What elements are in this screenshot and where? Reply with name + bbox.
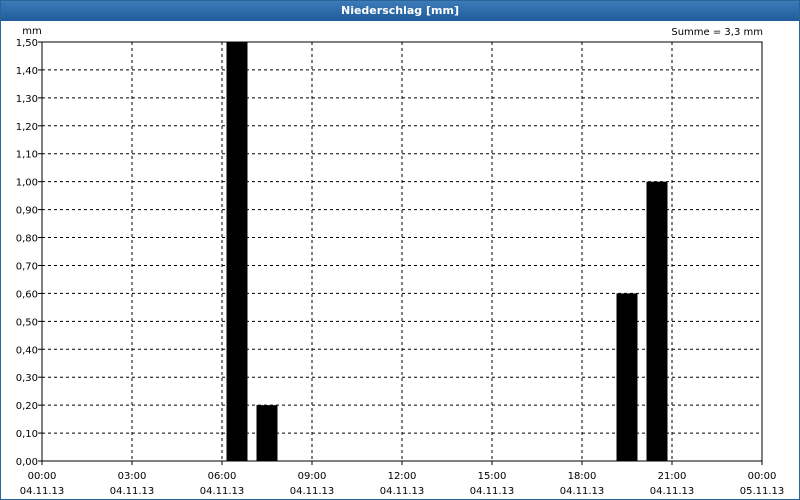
y-tick-label: 0,30: [16, 373, 38, 384]
y-tick-label: 0,10: [16, 429, 38, 440]
x-tick-label-time: 06:00: [208, 471, 237, 482]
x-tick-label-date: 04.11.13: [650, 486, 695, 497]
x-tick-label-time: 12:00: [388, 471, 417, 482]
y-tick-label: 0,00: [16, 457, 38, 468]
x-tick-label-time: 15:00: [478, 471, 507, 482]
y-tick-label: 1,00: [16, 178, 38, 189]
window-title: Niederschlag [mm]: [1, 1, 799, 21]
x-tick-label-date: 04.11.13: [470, 486, 515, 497]
y-tick-label: 0,40: [16, 345, 38, 356]
x-tick-label-date: 05.11.13: [740, 486, 785, 497]
y-tick-label: 0,90: [16, 206, 38, 217]
y-tick-label: 1,30: [16, 94, 38, 105]
y-tick-label: 0,20: [16, 401, 38, 412]
x-tick-label-time: 21:00: [658, 471, 687, 482]
bar: [646, 181, 668, 461]
bar: [616, 293, 638, 461]
y-tick-label: 1,40: [16, 66, 38, 77]
y-tick-label: 0,80: [16, 234, 38, 245]
x-tick-label-date: 04.11.13: [20, 486, 65, 497]
precipitation-chart: 0,00 0,10 0,20 0,30 0,40 0,50 0,60 0,70 0,80 0,90…: [16, 26, 785, 497]
y-tick-label: 1,10: [16, 150, 38, 161]
x-tick-label-date: 04.11.13: [380, 486, 425, 497]
x-tick-label-time: 09:00: [298, 471, 327, 482]
y-tick-label: 0,60: [16, 289, 38, 300]
x-tick-label-date: 04.11.13: [200, 486, 245, 497]
x-tick-label-time: 03:00: [118, 471, 147, 482]
x-tick-label-date: 04.11.13: [290, 486, 335, 497]
y-tick-label: 1,50: [16, 38, 38, 49]
x-tick-label-time: 18:00: [568, 471, 597, 482]
chart-window: Niederschlag [mm] Summe = 3,3 mm 0,00 0,1…: [0, 0, 800, 500]
y-tick-label: 0,50: [16, 317, 38, 328]
y-axis-label: mm: [22, 26, 41, 37]
y-tick-label: 1,20: [16, 122, 38, 133]
x-tick-label-time: 00:00: [28, 471, 57, 482]
y-tick-label: 0,70: [16, 261, 38, 272]
bar: [226, 42, 248, 461]
x-tick-label-time: 00:00: [748, 471, 777, 482]
x-tick-label-date: 04.11.13: [560, 486, 605, 497]
bar: [256, 405, 278, 461]
x-tick-label-date: 04.11.13: [110, 486, 155, 497]
